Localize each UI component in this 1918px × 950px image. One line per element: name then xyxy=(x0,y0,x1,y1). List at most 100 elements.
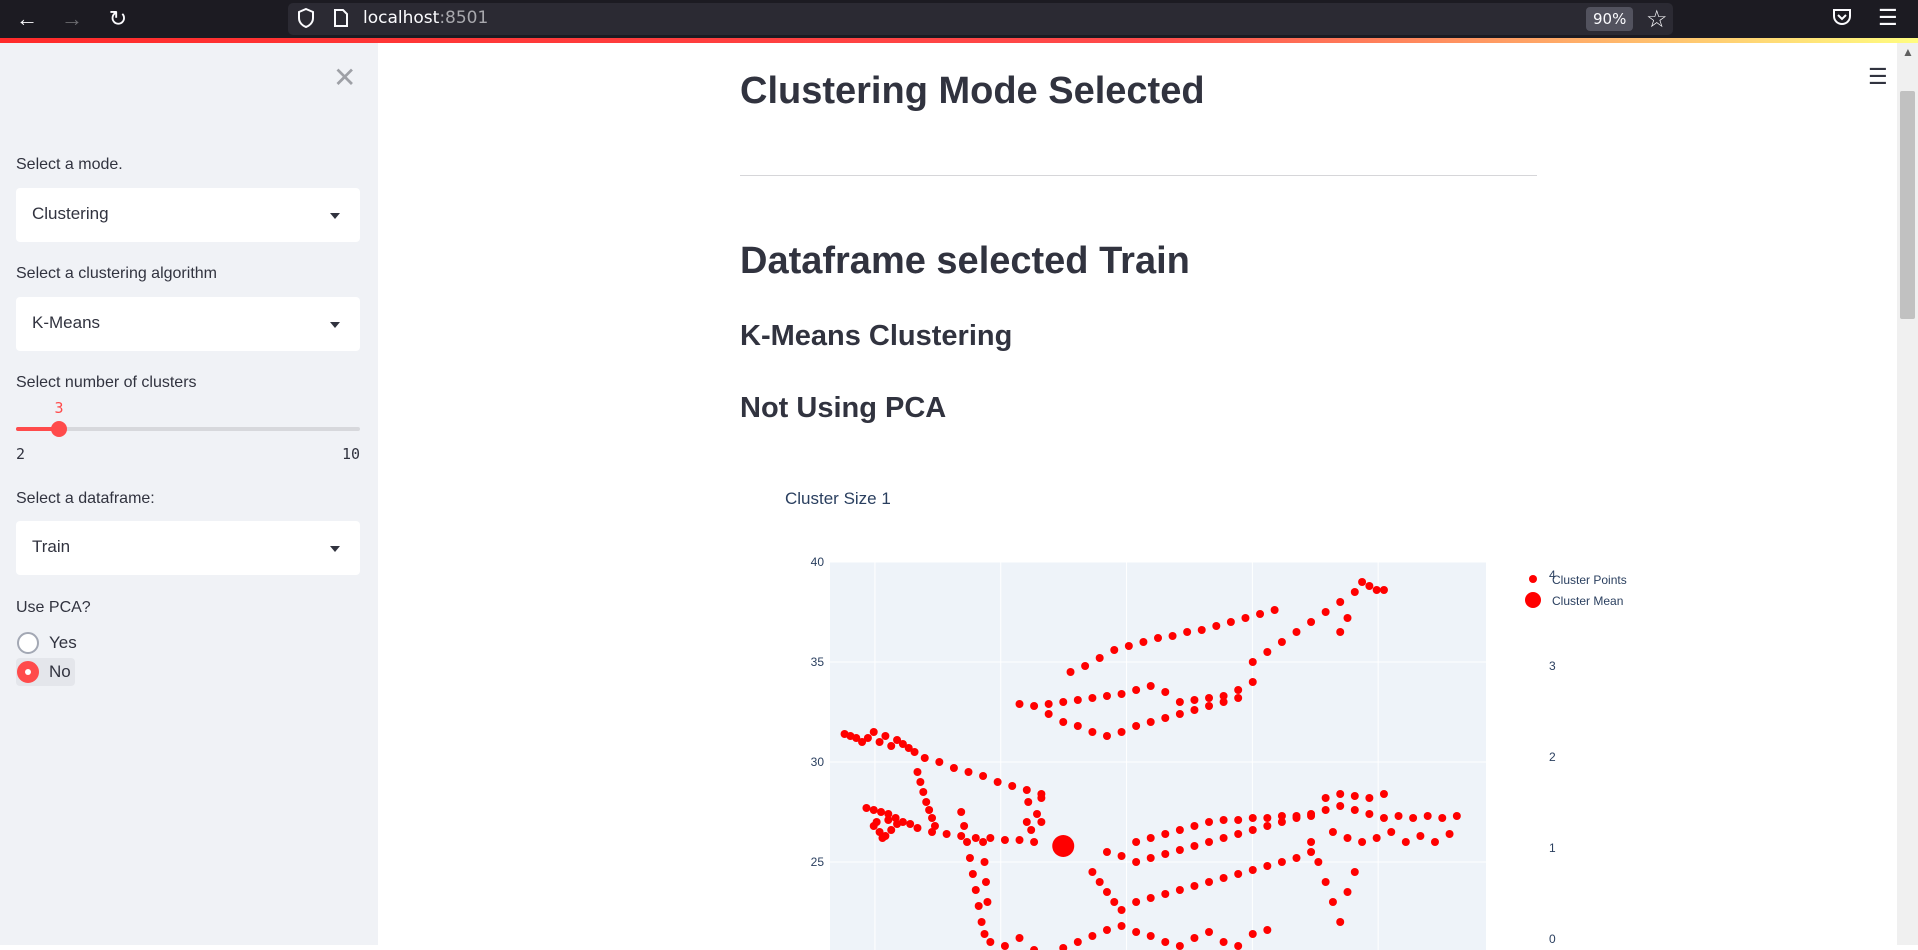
cluster-point[interactable] xyxy=(913,824,922,832)
cluster-point[interactable] xyxy=(1379,814,1388,822)
cluster-point[interactable] xyxy=(1372,834,1381,842)
cluster-point[interactable] xyxy=(1219,698,1228,706)
cluster-point[interactable] xyxy=(1205,702,1214,710)
shield-icon[interactable] xyxy=(298,7,314,29)
cluster-point[interactable] xyxy=(877,808,886,816)
close-icon[interactable]: ✕ xyxy=(333,61,356,94)
cluster-point[interactable] xyxy=(922,798,931,806)
cluster-point[interactable] xyxy=(1024,798,1033,806)
cluster-point[interactable] xyxy=(1000,836,1009,844)
cluster-point[interactable] xyxy=(1175,698,1184,706)
cluster-point[interactable] xyxy=(1234,694,1243,702)
cluster-point[interactable] xyxy=(919,788,928,796)
cluster-point[interactable] xyxy=(1132,838,1141,846)
cluster-point[interactable] xyxy=(1365,794,1374,802)
cluster-point[interactable] xyxy=(1161,830,1170,838)
clusters-slider-thumb[interactable] xyxy=(51,421,67,437)
cluster-point[interactable] xyxy=(1314,858,1323,866)
cluster-mean-point[interactable] xyxy=(1052,835,1075,857)
cluster-point[interactable] xyxy=(1292,812,1301,820)
cluster-point[interactable] xyxy=(1307,812,1316,820)
cluster-point[interactable] xyxy=(1059,698,1068,706)
cluster-point[interactable] xyxy=(1168,632,1177,640)
cluster-point[interactable] xyxy=(1423,812,1432,820)
cluster-point[interactable] xyxy=(913,768,922,776)
cluster-point[interactable] xyxy=(1015,700,1024,708)
cluster-point[interactable] xyxy=(869,806,878,814)
cluster-point[interactable] xyxy=(1307,838,1316,846)
cluster-point[interactable] xyxy=(920,754,929,762)
cluster-point[interactable] xyxy=(862,804,871,812)
cluster-point[interactable] xyxy=(1263,862,1272,870)
cluster-point[interactable] xyxy=(1321,794,1330,802)
cluster-point[interactable] xyxy=(1277,812,1286,820)
cluster-point[interactable] xyxy=(1197,626,1206,634)
cluster-point[interactable] xyxy=(1350,868,1359,876)
cluster-point[interactable] xyxy=(1430,838,1439,846)
cluster-point[interactable] xyxy=(960,822,969,830)
cluster-point[interactable] xyxy=(993,778,1002,786)
cluster-point[interactable] xyxy=(1394,812,1403,820)
cluster-point[interactable] xyxy=(1336,598,1345,606)
cluster-point[interactable] xyxy=(1307,848,1316,856)
cluster-point[interactable] xyxy=(1234,942,1243,950)
cluster-point[interactable] xyxy=(1270,606,1279,614)
cluster-point[interactable] xyxy=(872,818,881,826)
cluster-point[interactable] xyxy=(884,816,893,824)
cluster-point[interactable] xyxy=(1146,894,1155,902)
scroll-up-icon[interactable]: ▲ xyxy=(1902,45,1914,59)
cluster-point[interactable] xyxy=(979,772,988,780)
cluster-point[interactable] xyxy=(1102,732,1111,740)
cluster-point[interactable] xyxy=(1073,696,1082,704)
cluster-point[interactable] xyxy=(1328,898,1337,906)
cluster-point[interactable] xyxy=(983,898,992,906)
cluster-point[interactable] xyxy=(981,878,990,886)
cluster-point[interactable] xyxy=(1277,858,1286,866)
cluster-point[interactable] xyxy=(893,820,902,828)
cluster-point[interactable] xyxy=(1008,782,1017,790)
cluster-point[interactable] xyxy=(1146,682,1155,690)
cluster-point[interactable] xyxy=(1336,918,1345,926)
cluster-point[interactable] xyxy=(869,728,878,736)
cluster-point[interactable] xyxy=(1059,718,1068,726)
cluster-point[interactable] xyxy=(1033,810,1042,818)
cluster-point[interactable] xyxy=(1073,722,1082,730)
back-icon[interactable]: ← xyxy=(12,4,42,34)
cluster-point[interactable] xyxy=(965,854,974,862)
cluster-point[interactable] xyxy=(1146,718,1155,726)
cluster-point[interactable] xyxy=(1037,818,1046,826)
cluster-point[interactable] xyxy=(1022,786,1031,794)
cluster-point[interactable] xyxy=(1234,816,1243,824)
scrollbar-thumb[interactable] xyxy=(1900,91,1915,319)
cluster-point[interactable] xyxy=(1452,812,1461,820)
pca-option-yes[interactable]: Yes xyxy=(16,629,81,657)
cluster-point[interactable] xyxy=(1219,874,1228,882)
cluster-point[interactable] xyxy=(1438,814,1447,822)
cluster-point[interactable] xyxy=(1175,710,1184,718)
cluster-point[interactable] xyxy=(916,778,925,786)
cluster-point[interactable] xyxy=(906,820,915,828)
cluster-point[interactable] xyxy=(1372,586,1381,594)
cluster-point[interactable] xyxy=(1263,648,1272,656)
cluster-point[interactable] xyxy=(1190,882,1199,890)
cluster-point[interactable] xyxy=(1190,934,1199,942)
cluster-point[interactable] xyxy=(1154,634,1162,642)
url-text[interactable]: localhost:8501 xyxy=(363,8,488,28)
cluster-point[interactable] xyxy=(971,886,980,894)
cluster-point[interactable] xyxy=(1132,722,1141,730)
cluster-point[interactable] xyxy=(1263,926,1272,934)
cluster-point[interactable] xyxy=(928,828,937,836)
cluster-point[interactable] xyxy=(1095,654,1104,662)
cluster-point[interactable] xyxy=(1248,814,1257,822)
cluster-point[interactable] xyxy=(935,758,944,766)
cluster-point[interactable] xyxy=(1219,834,1228,842)
cluster-point[interactable] xyxy=(1027,826,1036,834)
cluster-point[interactable] xyxy=(1379,586,1388,594)
cluster-point[interactable] xyxy=(1088,728,1097,736)
cluster-point[interactable] xyxy=(1321,878,1330,886)
cluster-point[interactable] xyxy=(928,814,937,822)
cluster-point[interactable] xyxy=(1190,842,1199,850)
cluster-point[interactable] xyxy=(1183,628,1192,636)
cluster-point[interactable] xyxy=(1175,942,1184,950)
cluster-point[interactable] xyxy=(878,834,887,842)
